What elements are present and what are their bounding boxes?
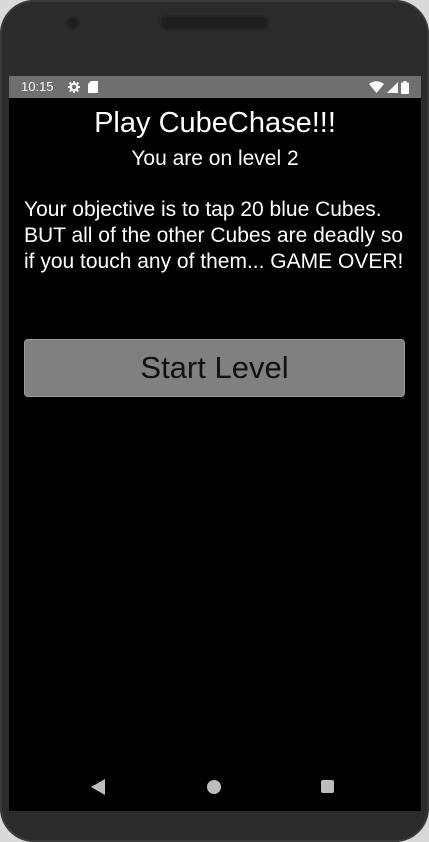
page-title: Play CubeChase!!! [94,107,336,139]
home-icon[interactable] [207,780,221,794]
status-bar: 10:15 [9,76,421,98]
battery-icon [401,80,409,94]
earpiece-speaker [159,15,269,31]
settings-icon [68,81,80,93]
objective-text: Your objective is to tap 20 blue Cubes. … [24,198,404,273]
recents-icon[interactable] [321,780,334,793]
status-left-icons [68,79,98,95]
phone-frame: 10:15 Play CubeChase!!! You are on level… [0,0,429,842]
status-right-icons [369,79,409,95]
app-screen: 10:15 Play CubeChase!!! You are on level… [9,76,421,811]
status-time: 10:15 [21,79,54,94]
sd-card-icon [88,81,98,93]
navigation-bar [9,763,421,811]
level-indicator: You are on level 2 [131,147,299,170]
cell-signal-icon [387,81,398,93]
front-camera [66,16,80,30]
wifi-icon [369,81,384,93]
back-icon[interactable] [91,779,105,795]
start-level-button[interactable]: Start Level [24,339,405,397]
